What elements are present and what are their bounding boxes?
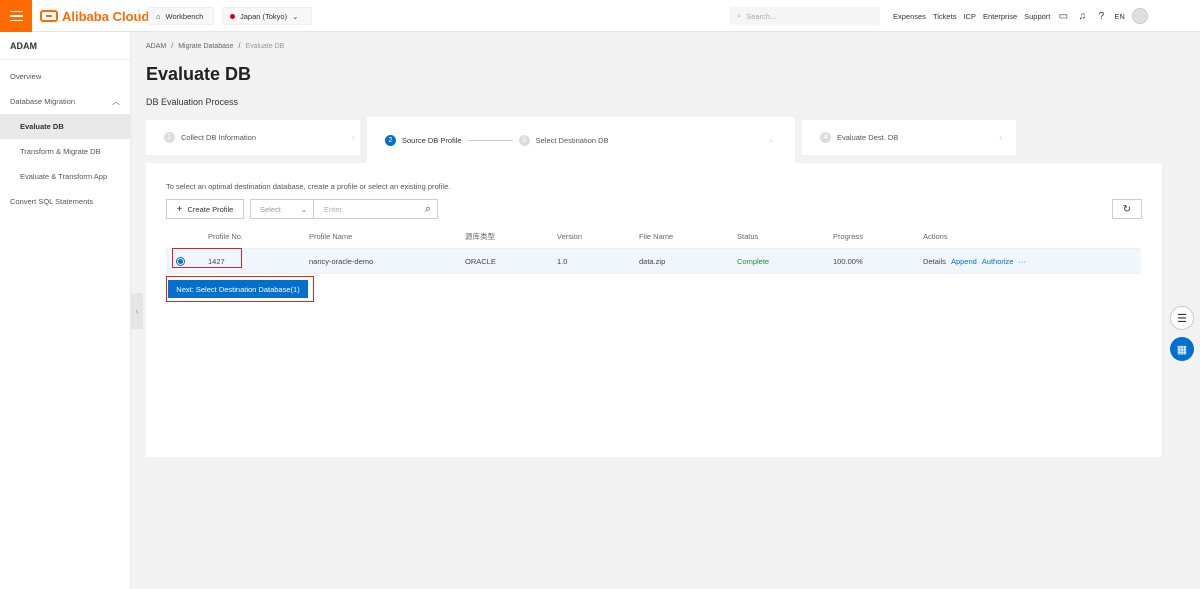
workbench-button[interactable]: ⌂ Workbench — [148, 7, 214, 25]
workbench-label: Workbench — [165, 11, 204, 21]
breadcrumb-migrate-database[interactable]: Migrate Database — [178, 43, 233, 50]
divider — [138, 9, 139, 23]
create-profile-button[interactable]: + Create Profile — [166, 199, 244, 219]
search-icon[interactable]: ⌕ — [425, 203, 431, 216]
bell-icon[interactable]: ♫ — [1076, 10, 1088, 22]
cell-actions: Details Append Authorize ··· — [923, 257, 1083, 266]
chevron-down-icon: ⌄ — [300, 204, 307, 214]
global-search-input[interactable]: ⌕ Search... — [730, 7, 880, 25]
step-number: 2 — [385, 134, 396, 146]
filter-input[interactable]: Enter ⌕ — [313, 199, 438, 219]
step-select-destination-label: Select Destination DB — [535, 135, 609, 145]
sidebar-item-database-migration[interactable]: Database Migration ︿ — [0, 89, 130, 114]
step-evaluate-dest-db[interactable]: 4 Evaluate Dest. DB › — [802, 120, 1016, 155]
step-number: 1 — [164, 132, 175, 143]
col-file-name: File Name — [639, 232, 674, 241]
col-progress: Progress — [833, 232, 864, 241]
step-label: Collect DB Information — [181, 133, 257, 142]
select-placeholder: Select — [260, 204, 281, 214]
sidebar-item-overview[interactable]: Overview — [0, 64, 130, 89]
details-link[interactable]: Details — [923, 257, 946, 266]
cell-source-type: ORACLE — [465, 256, 496, 266]
authorize-link[interactable]: Authorize — [982, 257, 1014, 266]
chevron-right-icon: › — [352, 133, 355, 142]
region-label: Japan (Tokyo) — [240, 11, 288, 21]
profile-table: Profile No. Profile Name 源库类型 Version Fi… — [166, 225, 1141, 274]
link-support[interactable]: Support — [1024, 12, 1050, 21]
status-badge: Complete — [737, 256, 770, 266]
search-placeholder: Search... — [746, 11, 777, 21]
enter-placeholder: Enter — [324, 204, 342, 214]
sidebar-item-convert-sql[interactable]: Convert SQL Statements — [0, 189, 130, 214]
sidebar-collapse-handle[interactable]: ‹ — [131, 293, 143, 329]
step-label: Evaluate Dest. DB — [837, 133, 899, 142]
col-profile-no: Profile No. — [208, 232, 244, 241]
section-title: DB Evaluation Process — [146, 97, 239, 107]
more-actions-icon[interactable]: ··· — [1018, 257, 1026, 266]
top-links: Expenses Tickets ICP Enterprise Support … — [893, 0, 1148, 32]
brand-name: Alibaba Cloud — [62, 8, 150, 24]
sidebar-item-evaluate-db[interactable]: Evaluate DB — [0, 114, 130, 139]
breadcrumb-current: Evaluate DB — [245, 43, 285, 50]
alibaba-cloud-logo[interactable]: Alibaba Cloud — [40, 8, 149, 24]
col-version: Version — [557, 232, 583, 241]
append-link[interactable]: Append — [951, 257, 977, 266]
apps-grid-icon[interactable]: ▦ — [1170, 337, 1194, 361]
sidebar-item-label: Database Migration — [10, 97, 76, 106]
alibaba-logo-icon — [40, 10, 58, 22]
col-profile-name: Profile Name — [309, 232, 353, 241]
step-label: Source DB Profile — [402, 135, 462, 145]
avatar[interactable] — [1131, 8, 1148, 24]
cell-progress: 100.00% — [833, 256, 863, 266]
top-bar: Alibaba Cloud ⌂ Workbench Japan (Tokyo) … — [0, 0, 1200, 32]
sidebar: ADAM Overview Database Migration ︿ Evalu… — [0, 32, 131, 589]
sidebar-title: ADAM — [0, 32, 130, 60]
chevron-right-icon: › — [999, 133, 1002, 142]
refresh-button[interactable]: ↻ — [1112, 199, 1142, 219]
step-number: 4 — [820, 132, 831, 143]
profile-panel: To select an optimal destination databas… — [146, 163, 1162, 457]
link-icp[interactable]: ICP — [963, 12, 976, 21]
col-actions: Actions — [923, 232, 948, 241]
sidebar-item-evaluate-transform-app[interactable]: Evaluate & Transform App — [0, 164, 130, 189]
cell-profile-name: nancy-oracle-demo — [309, 256, 374, 266]
home-icon: ⌂ — [156, 11, 161, 21]
language-switch[interactable]: EN — [1114, 12, 1124, 21]
highlight-box — [172, 248, 242, 268]
hamburger-menu-icon[interactable] — [0, 0, 32, 32]
search-icon: ⌕ — [737, 11, 742, 20]
filter-select[interactable]: Select ⌄ — [250, 199, 314, 219]
create-profile-label: Create Profile — [187, 204, 234, 214]
cell-file-name: data.zip — [639, 256, 666, 266]
japan-flag-icon — [230, 13, 235, 19]
link-expenses[interactable]: Expenses — [893, 12, 926, 21]
cell-version: 1.0 — [557, 256, 568, 266]
step-collect-db-info[interactable]: 1 Collect DB Information › — [146, 120, 360, 155]
page-title: Evaluate DB — [146, 64, 252, 84]
table-row[interactable]: 1427 nancy-oracle-demo ORACLE 1.0 data.z… — [166, 249, 1141, 274]
refresh-icon: ↻ — [1122, 203, 1132, 215]
chevron-right-icon: › — [769, 135, 773, 145]
step-number: 3 — [518, 134, 530, 146]
plus-icon: + — [176, 203, 183, 215]
sidebar-item-transform-migrate-db[interactable]: Transform & Migrate DB — [0, 139, 130, 164]
breadcrumb: ADAM / Migrate Database / Evaluate DB — [146, 43, 285, 50]
panel-hint: To select an optimal destination databas… — [166, 182, 451, 191]
col-status: Status — [737, 232, 759, 241]
step-source-db-profile[interactable]: 2 Source DB Profile 3 Select Destination… — [367, 117, 795, 163]
help-icon[interactable]: ? — [1095, 10, 1107, 22]
region-selector[interactable]: Japan (Tokyo) ⌄ — [222, 7, 312, 25]
step-connector — [467, 139, 513, 141]
feedback-chat-icon[interactable]: ☰ — [1170, 306, 1194, 330]
breadcrumb-adam[interactable]: ADAM — [146, 43, 166, 50]
chevron-down-icon: ⌄ — [292, 11, 299, 21]
chevron-up-icon: ︿ — [112, 97, 120, 106]
cloud-shell-icon[interactable]: ▭ — [1057, 10, 1069, 22]
highlight-box — [166, 276, 314, 302]
table-header: Profile No. Profile Name 源库类型 Version Fi… — [166, 225, 1141, 249]
chevron-left-icon: ‹ — [135, 306, 139, 316]
link-enterprise[interactable]: Enterprise — [983, 12, 1017, 21]
link-tickets[interactable]: Tickets — [933, 12, 956, 21]
col-source-type: 源库类型 — [465, 232, 495, 241]
